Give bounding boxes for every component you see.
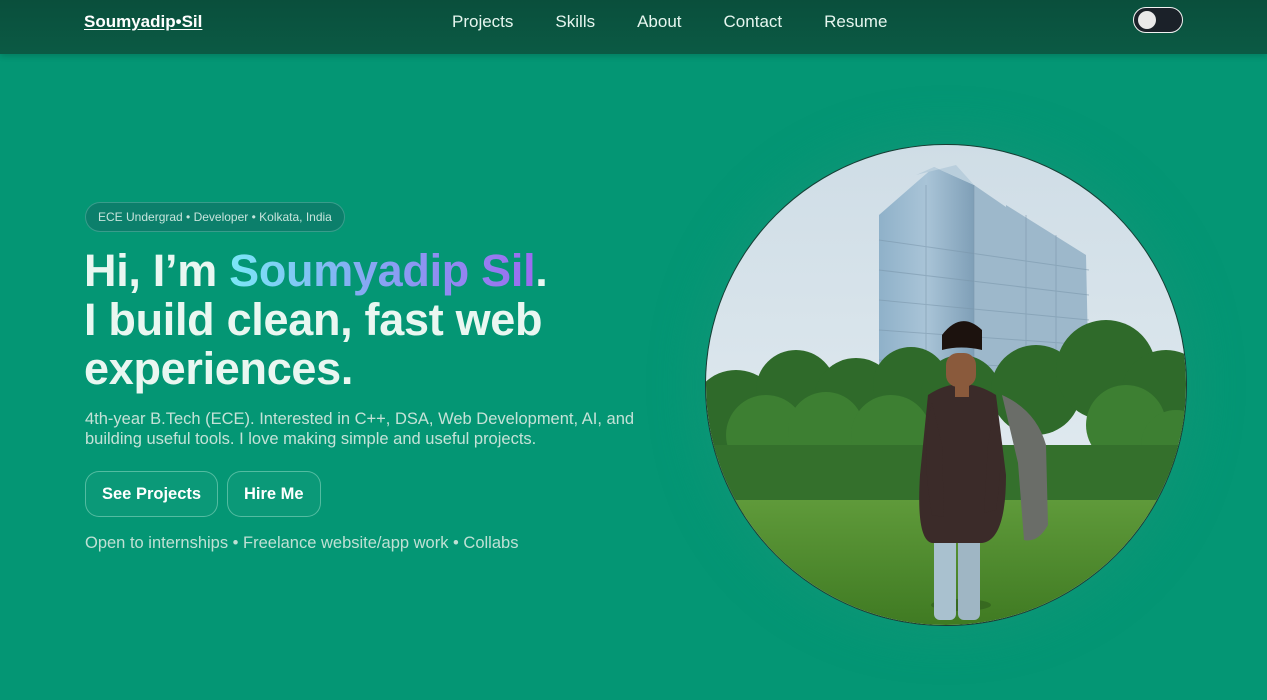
headline-name: Soumyadip Sil bbox=[229, 245, 536, 296]
nav-link-skills[interactable]: Skills bbox=[555, 12, 595, 32]
nav-link-projects[interactable]: Projects bbox=[452, 12, 513, 32]
nav-link-resume[interactable]: Resume bbox=[824, 12, 887, 32]
availability-text: Open to internships • Freelance website/… bbox=[85, 534, 519, 552]
brand-logo-link[interactable]: Soumyadip•Sil bbox=[84, 12, 202, 32]
headline-line-2: I build clean, fast web bbox=[84, 294, 543, 345]
profile-photo bbox=[705, 144, 1187, 626]
headline-line-3: experiences. bbox=[84, 343, 354, 394]
hire-me-button[interactable]: Hire Me bbox=[227, 471, 321, 517]
headline-period: . bbox=[535, 245, 548, 296]
intro-badge: ECE Undergrad • Developer • Kolkata, Ind… bbox=[85, 202, 345, 232]
profile-photo-illustration bbox=[706, 145, 1186, 625]
theme-toggle-switch[interactable] bbox=[1133, 7, 1183, 33]
nav-links: Projects Skills About Contact Resume bbox=[452, 12, 887, 32]
headline-greeting: Hi, I’m bbox=[84, 245, 230, 296]
see-projects-button[interactable]: See Projects bbox=[85, 471, 219, 517]
top-navbar: Soumyadip•Sil Projects Skills About Cont… bbox=[0, 0, 1267, 54]
hero-headline: Hi, I’m Soumyadip Sil. I build clean, fas… bbox=[84, 246, 548, 393]
nav-link-contact[interactable]: Contact bbox=[724, 12, 783, 32]
hero-subtitle: 4th-year B.Tech (ECE). Interested in C++… bbox=[85, 410, 635, 448]
toggle-switch-icon bbox=[1138, 11, 1156, 29]
nav-link-about[interactable]: About bbox=[637, 12, 681, 32]
